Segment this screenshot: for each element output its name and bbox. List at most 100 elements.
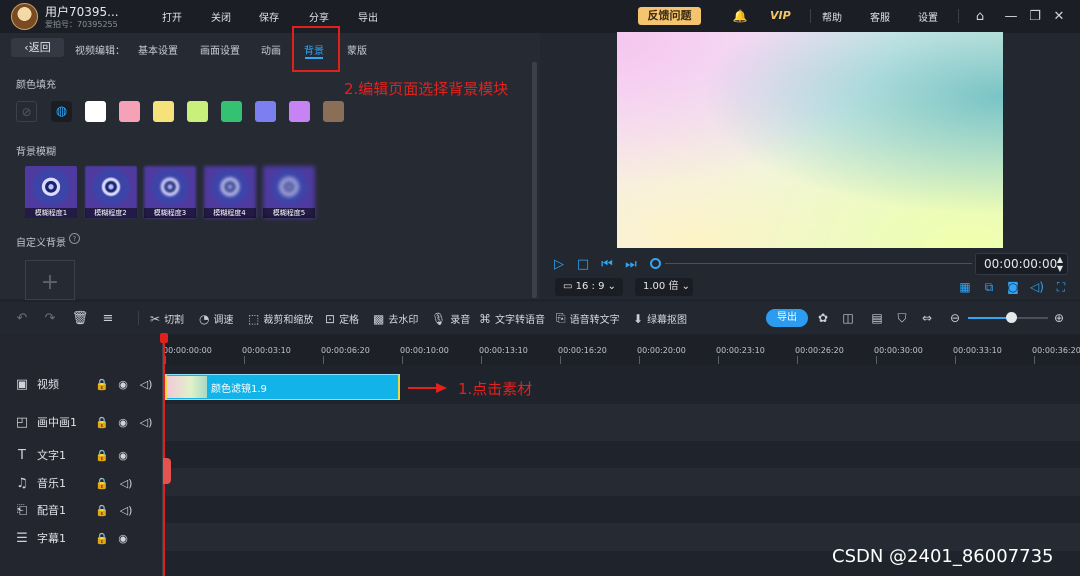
tab-basic[interactable]: 基本设置 <box>138 42 178 57</box>
avatar[interactable] <box>11 3 38 30</box>
menu-settings[interactable]: 设置 <box>918 9 938 24</box>
color-swatch[interactable] <box>187 101 208 122</box>
minimize-icon[interactable]: — <box>1003 7 1019 25</box>
panel-scrollbar[interactable] <box>532 62 537 298</box>
film-icon[interactable]: ▤ <box>869 310 885 326</box>
track-row-dub[interactable] <box>163 496 1080 523</box>
screen-record-icon[interactable]: ⧉ <box>981 279 997 295</box>
stop-icon[interactable]: □ <box>575 256 591 272</box>
annotation-step2: 2.编辑页面选择背景模块 <box>344 80 509 98</box>
undo-icon[interactable]: ↶ <box>14 310 30 326</box>
lock-icon[interactable]: 🔒 <box>95 504 109 517</box>
split-icon[interactable]: ◫ <box>840 310 856 326</box>
shield-icon[interactable]: ⛉ <box>894 310 910 326</box>
subtitle-icon: ☰ <box>16 530 28 546</box>
volume-icon[interactable]: ◁) <box>1029 279 1045 295</box>
lock-icon[interactable]: 🔒 <box>95 416 109 429</box>
color-swatch[interactable] <box>85 101 106 122</box>
back-button[interactable]: ‹返回 <box>11 38 64 57</box>
lock-icon[interactable]: 🔒 <box>95 378 109 391</box>
eye-icon[interactable]: ◉ <box>117 416 129 429</box>
tool-green-screen-label: 绿幕抠图 <box>647 315 688 326</box>
tab-picture[interactable]: 画面设置 <box>200 42 240 57</box>
volume-icon[interactable]: ◁) <box>120 477 133 490</box>
tool-stt[interactable]: ⎘ 语音转文字 <box>556 311 620 326</box>
menu-save[interactable]: 保存 <box>259 9 279 24</box>
tool-cut[interactable]: ✂ 切割 <box>150 311 185 327</box>
color-swatch[interactable] <box>255 101 276 122</box>
lock-icon[interactable]: 🔒 <box>95 477 109 490</box>
color-swatch[interactable] <box>323 101 344 122</box>
volume-icon[interactable]: ◁) <box>120 504 133 517</box>
color-picker-icon[interactable]: ◍ <box>51 101 72 122</box>
ruler-tick-label: 00:00:33:10 <box>953 346 1002 355</box>
adjust-icon[interactable]: ≡ <box>100 310 116 326</box>
zoom-out-icon[interactable]: ⊖ <box>947 310 963 326</box>
eye-icon[interactable]: ◉ <box>117 532 129 545</box>
restore-icon[interactable]: ❐ <box>1027 7 1043 25</box>
close-icon[interactable]: ✕ <box>1051 7 1067 25</box>
speed-select[interactable]: 1.00 倍 ⌄ <box>635 278 693 296</box>
menu-open[interactable]: 打开 <box>162 9 182 24</box>
delete-icon[interactable]: 🗑 <box>72 310 89 326</box>
tab-mask[interactable]: 蒙版 <box>347 42 367 57</box>
volume-icon[interactable]: ◁) <box>140 378 153 391</box>
menu-service[interactable]: 客服 <box>870 9 890 24</box>
timeline-ruler[interactable] <box>163 335 1080 365</box>
fullscreen-icon[interactable]: ⛶ <box>1053 279 1069 295</box>
bell-icon[interactable]: 🔔 <box>732 8 748 24</box>
menu-close[interactable]: 关闭 <box>211 9 231 24</box>
fit-timeline-icon[interactable]: ⇔ <box>918 310 936 326</box>
track-row-pip[interactable] <box>163 404 1080 441</box>
eye-icon[interactable]: ◉ <box>117 449 129 462</box>
play-icon[interactable]: ▷ <box>551 256 567 272</box>
home-icon[interactable]: ⌂ <box>972 7 988 25</box>
track-row-text[interactable] <box>163 441 1080 468</box>
menu-export[interactable]: 导出 <box>358 9 378 24</box>
tool-cut-label: 切割 <box>164 315 185 326</box>
menu-help[interactable]: 帮助 <box>822 9 842 24</box>
feedback-button[interactable]: 反馈问题 <box>638 7 701 25</box>
tab-animation[interactable]: 动画 <box>261 42 281 57</box>
playhead-flag[interactable] <box>163 458 171 484</box>
export-button[interactable]: 导出 <box>766 309 808 327</box>
layout-icon[interactable]: ▦ <box>957 279 973 295</box>
text-to-speech-icon: ⌘ <box>479 311 491 326</box>
tool-remove-watermark[interactable]: ▩ 去水印 <box>373 311 418 327</box>
track-row-music[interactable] <box>163 468 1080 496</box>
preview-progress[interactable] <box>665 263 972 264</box>
zoom-in-icon[interactable]: ⊕ <box>1051 310 1067 326</box>
timecode-stepper-icon[interactable]: ▲ ▼ <box>1055 254 1065 274</box>
track-dub: ⎗ 配音1 <box>15 502 66 518</box>
color-swatch[interactable] <box>153 101 174 122</box>
user-name[interactable]: 用户70395... <box>45 3 119 20</box>
tool-record[interactable]: 🎙 录音 <box>431 311 470 327</box>
eye-icon[interactable]: ◉ <box>117 378 129 391</box>
tool-tts[interactable]: ⌘ 文字转语音 <box>479 311 545 327</box>
color-swatch[interactable] <box>221 101 242 122</box>
tool-freeze[interactable]: ⊡ 定格 <box>325 311 359 327</box>
no-color-icon[interactable]: ⊘ <box>16 101 37 122</box>
back-label: 返回 <box>28 41 51 54</box>
vip-badge[interactable]: VIP <box>770 9 791 22</box>
prev-frame-icon[interactable]: ⏮ <box>599 256 615 272</box>
menu-share[interactable]: 分享 <box>309 9 329 24</box>
preview-progress-handle[interactable] <box>650 258 661 269</box>
lock-icon[interactable]: 🔒 <box>95 449 109 462</box>
lock-icon[interactable]: 🔒 <box>95 532 109 545</box>
next-frame-icon[interactable]: ⏭ <box>623 256 639 272</box>
playhead-handle[interactable] <box>160 333 168 343</box>
aspect-ratio-select[interactable]: ▭ 16 : 9 ⌄ <box>555 278 623 296</box>
redo-icon[interactable]: ↷ <box>42 310 58 326</box>
playhead[interactable] <box>163 335 165 576</box>
color-swatch[interactable] <box>119 101 140 122</box>
palette-icon[interactable]: ✿ <box>815 310 831 326</box>
volume-icon[interactable]: ◁) <box>140 416 153 429</box>
color-swatch[interactable] <box>289 101 310 122</box>
snapshot-icon[interactable]: ◙ <box>1005 279 1021 295</box>
add-custom-bg-button[interactable]: + <box>25 260 75 300</box>
tool-crop[interactable]: ⬚ 裁剪和缩放 <box>248 311 313 327</box>
tool-green-screen[interactable]: ⬇ 绿幕抠图 <box>633 311 688 327</box>
help-icon[interactable]: ? <box>69 233 80 244</box>
tool-speed[interactable]: ◔ 调速 <box>199 311 233 327</box>
